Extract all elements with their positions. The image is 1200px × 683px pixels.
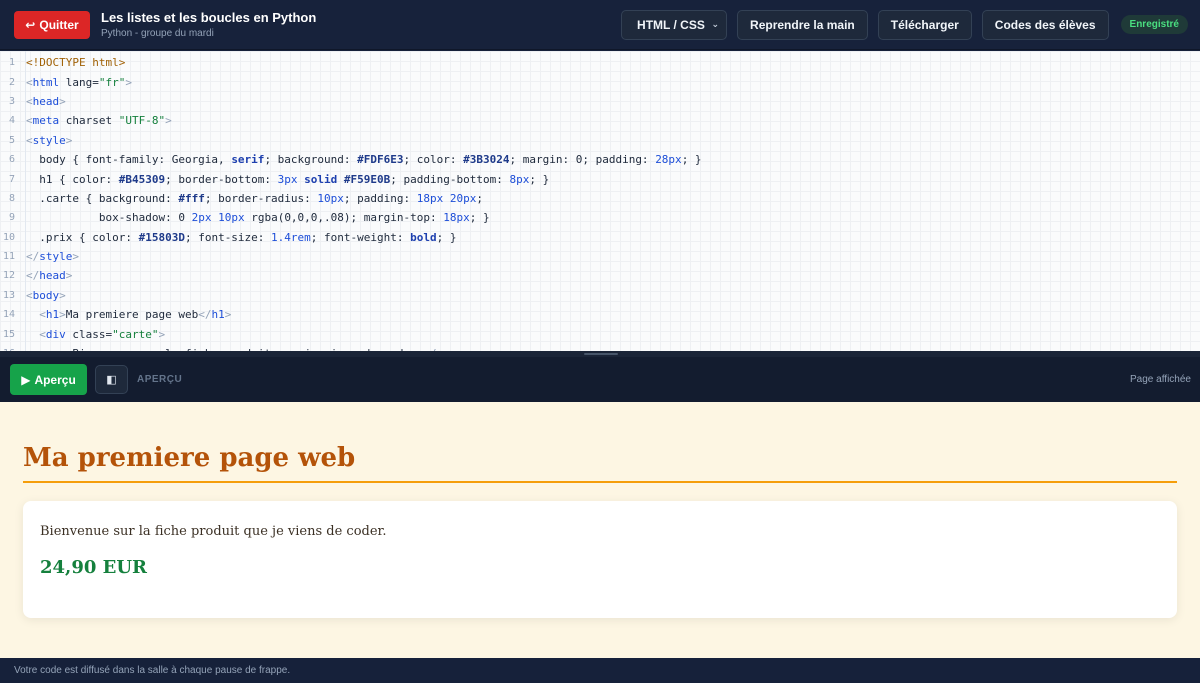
code-text: <html lang="fr"> [26,75,132,89]
line-number: 1 [8,57,15,69]
gutter-divider [25,51,26,351]
code-text: <style> [26,133,73,147]
preview-pane: Ma premiere page web Bienvenue sur la fi… [0,402,1200,658]
code-line: 13 <body> [0,286,1200,305]
take-over-button[interactable]: Reprendre la main [737,9,868,40]
layout-toggle-button[interactable]: ◧ [95,365,128,394]
language-select-value: HTML / CSS [637,17,705,32]
line-number: 3 [8,95,15,107]
code-line: 9 box-shadow: 0 2px 10px rgba(0,0,0,.08)… [0,208,1200,227]
line-number: 8 [8,192,15,204]
code-line: 1 <!DOCTYPE html> [0,53,1200,72]
code-line: 11 </style> [0,247,1200,266]
code-text: box-shadow: 0 2px 10px rgba(0,0,0,.08); … [26,211,490,225]
code-text: h1 { color: #B45309; border-bottom: 3px … [26,172,550,186]
return-icon: ↩ [25,17,36,32]
line-number: 6 [8,154,15,166]
split-layout-icon: ◧ [106,374,117,386]
page-subtitle: Python - groupe du mardi [101,28,214,39]
card-text: Bienvenue sur la fiche produit que je vi… [40,524,387,539]
code-line: 14 <h1>Ma premiere page web</h1> [0,305,1200,324]
line-number: 4 [8,115,15,127]
code-text: .prix { color: #15803D; font-size: 1.4re… [26,230,457,244]
preview-heading: Ma premiere page web [23,443,1177,483]
line-number: 15 [2,328,15,340]
code-text: body { font-family: Georgia, serif; back… [26,153,702,167]
line-number: 10 [2,231,15,243]
code-line: 4 <meta charset "UTF-8"> [0,111,1200,130]
code-text: <h1>Ma premiere page web</h1> [39,308,232,322]
code-line: 3 <head> [0,92,1200,111]
code-line: 12 </head> [0,266,1200,285]
code-line: 5 <style> [0,131,1200,150]
price-text: 24,90 EUR [40,557,148,578]
line-number: 12 [2,270,15,282]
code-editor[interactable]: 1 <!DOCTYPE html> 2 <html lang="fr"> 3 <head>… [0,51,1200,351]
language-select[interactable]: HTML / CSS ⌄ [621,9,728,40]
code-text: .carte { background: #fff; border-radius… [26,191,484,205]
line-number: 9 [8,212,15,224]
preview-status: Page affichée [1130,374,1191,385]
header-actions: HTML / CSS ⌄ Reprendre la main Télécharg… [621,9,1188,40]
line-number: 7 [8,173,15,185]
code-text: <meta charset "UTF-8"> [26,114,172,128]
code-line: 6 body { font-family: Georgia, serif; ba… [0,150,1200,169]
download-button[interactable]: Télécharger [877,9,972,40]
page-title: Les listes et les boucles en Python [101,10,317,25]
code-text: </head> [26,269,73,283]
line-number: 13 [2,289,15,301]
preview-toolbar: ▶ Aperçu ◧ APERÇU Page affichée [0,357,1200,402]
saved-status-badge: Enregistré [1120,15,1188,34]
resize-grip[interactable] [584,353,618,355]
title-block: Les listes et les boucles en Python Pyth… [101,10,316,39]
footer-status: Votre code est diffusé dans la salle à c… [0,658,1200,683]
code-line: 10 .prix { color: #15803D; font-size: 1.… [0,228,1200,247]
top-bar: ↩ Quitter Les listes et les boucles en P… [0,0,1200,50]
code-line: 8 .carte { background: #fff; border-radi… [0,189,1200,208]
line-number: 14 [2,309,15,321]
code-text: <head> [26,94,66,108]
chevron-down-icon: ⌄ [711,19,720,29]
code-line: 2 <html lang="fr"> [0,72,1200,91]
student-codes-button[interactable]: Codes des élèves [981,9,1109,40]
line-number: 5 [8,134,15,146]
preview-run-label: Aperçu [34,372,76,387]
play-icon: ▶ [21,372,31,387]
code-line: 7 h1 { color: #B45309; border-bottom: 3p… [0,169,1200,188]
code-line: 15 <div class="carte"> [0,324,1200,343]
preview-section-label: APERÇU [137,374,183,385]
line-number: 11 [2,251,15,263]
code-text: <div class="carte"> [39,327,166,341]
code-lines: 1 <!DOCTYPE html> 2 <html lang="fr"> 3 <head>… [0,51,1200,351]
line-number: 2 [8,76,15,88]
code-line: 16 <p>Bienvenue sur la fiche produit que… [0,344,1200,351]
code-text: <!DOCTYPE html> [26,56,126,70]
quit-button[interactable]: ↩ Quitter [14,10,90,39]
quit-label: Quitter [39,17,79,32]
code-text: </style> [26,250,79,264]
product-card: Bienvenue sur la fiche produit que je vi… [23,501,1177,618]
code-text: <body> [26,288,66,302]
preview-run-button[interactable]: ▶ Aperçu [10,364,87,395]
